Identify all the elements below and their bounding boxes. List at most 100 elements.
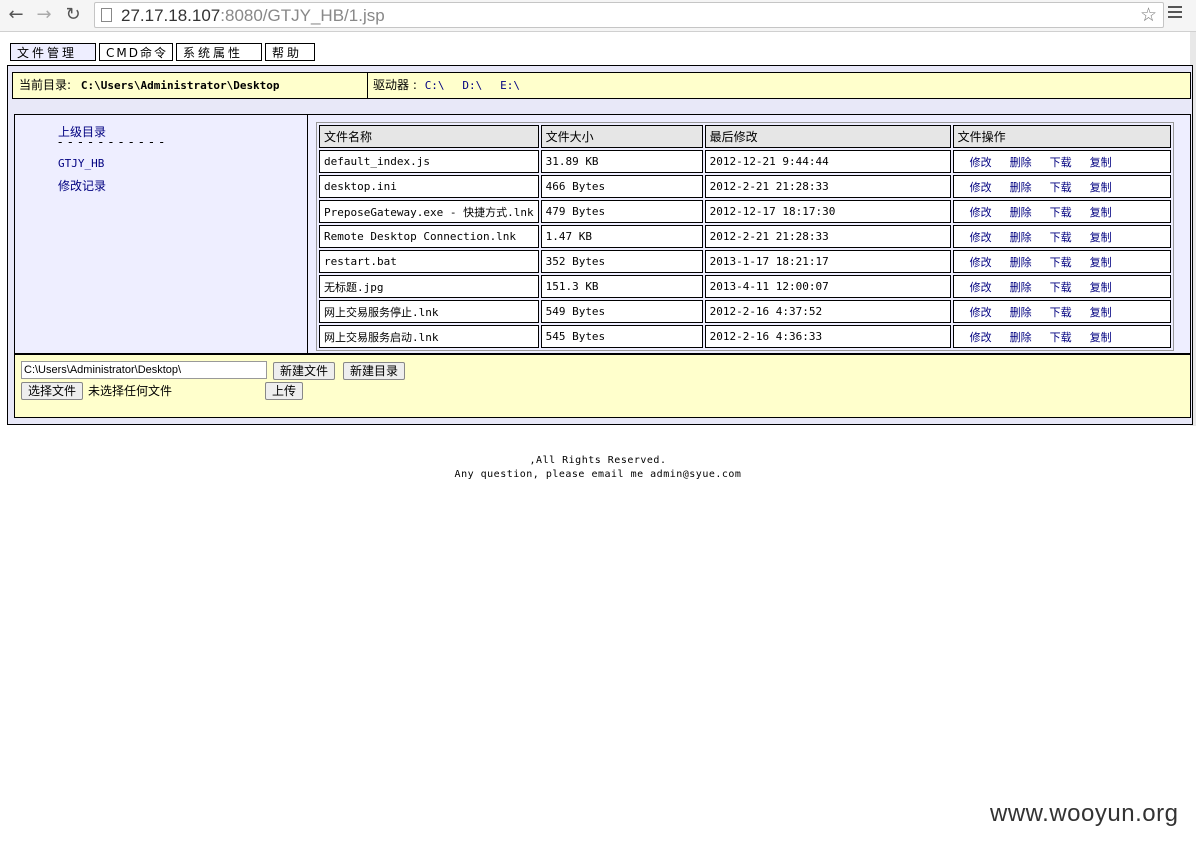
table-row: PreposeGateway.exe - 快捷方式.lnk 479 Bytes 20… xyxy=(319,200,1171,223)
download-link[interactable]: 下载 xyxy=(1050,256,1072,269)
contact-text: Any question, please email me admin@syue… xyxy=(454,469,742,480)
edit-link[interactable]: 修改 xyxy=(970,306,992,319)
folder-link-gtjy[interactable]: GTJY_HB xyxy=(58,157,104,170)
file-size-cell: 545 Bytes xyxy=(540,325,703,348)
file-ops-cell: 修改 删除 下载 复制 xyxy=(952,325,1171,348)
download-link[interactable]: 下载 xyxy=(1050,206,1072,219)
copy-link[interactable]: 复制 xyxy=(1090,256,1112,269)
col-header-size: 文件大小 xyxy=(540,125,703,148)
delete-link[interactable]: 删除 xyxy=(1010,306,1032,319)
edit-link[interactable]: 修改 xyxy=(970,331,992,344)
tab-help[interactable]: 帮助 xyxy=(265,43,315,61)
table-row: restart.bat 352 Bytes 2013-1-17 18:21:17 修改… xyxy=(319,250,1171,273)
drive-d-link[interactable]: D:\ xyxy=(462,79,482,92)
file-ops-cell: 修改 删除 下载 复制 xyxy=(952,200,1171,223)
download-link[interactable]: 下载 xyxy=(1050,281,1072,294)
directory-tree: 上级目录 - - - - - - - - - - - GTJY_HB 修改记录 xyxy=(14,114,308,354)
delete-link[interactable]: 删除 xyxy=(1010,231,1032,244)
file-size-cell: 151.3 KB xyxy=(540,275,703,298)
file-name-cell[interactable]: 网上交易服务启动.lnk xyxy=(319,325,539,348)
download-link[interactable]: 下载 xyxy=(1050,331,1072,344)
file-ops-cell: 修改 删除 下载 复制 xyxy=(952,175,1171,198)
choose-file-button[interactable]: 选择文件 xyxy=(21,382,84,400)
file-modified-cell: 2012-2-16 4:36:33 xyxy=(704,325,951,348)
edit-link[interactable]: 修改 xyxy=(970,231,992,244)
tab-system-properties[interactable]: 系统属性 xyxy=(176,43,262,61)
edit-link[interactable]: 修改 xyxy=(970,206,992,219)
copy-link[interactable]: 复制 xyxy=(1090,156,1112,169)
file-table: 文件名称 文件大小 最后修改 文件操作 default_index.js 31.8… xyxy=(316,122,1174,351)
new-dir-button[interactable]: 新建目录 xyxy=(343,362,406,380)
tab-file-manager[interactable]: 文件管理 xyxy=(10,43,96,61)
edit-link[interactable]: 修改 xyxy=(970,181,992,194)
drive-c-link[interactable]: C:\ xyxy=(425,79,445,92)
file-size-cell: 549 Bytes xyxy=(540,300,703,323)
file-size-cell: 479 Bytes xyxy=(540,200,703,223)
file-size-cell: 1.47 KB xyxy=(540,225,703,248)
address-bar[interactable]: 27.17.18.107:8080/GTJY_HB/1.jsp ☆ xyxy=(94,2,1164,28)
file-ops-cell: 修改 删除 下载 复制 xyxy=(952,275,1171,298)
edit-link[interactable]: 修改 xyxy=(970,281,992,294)
delete-link[interactable]: 删除 xyxy=(1010,206,1032,219)
browser-toolbar: ← → ↻ 27.17.18.107:8080/GTJY_HB/1.jsp ☆ xyxy=(0,0,1196,32)
footer: ,All Rights Reserved. Any question, plea… xyxy=(0,454,1196,482)
upload-button[interactable]: 上传 xyxy=(265,382,304,400)
file-list-panel: 文件名称 文件大小 最后修改 文件操作 default_index.js 31.8… xyxy=(308,114,1191,354)
file-name-cell[interactable]: PreposeGateway.exe - 快捷方式.lnk xyxy=(319,200,539,223)
no-file-chosen-label: 未选择任何文件 xyxy=(88,384,173,398)
download-link[interactable]: 下载 xyxy=(1050,181,1072,194)
table-row: 网上交易服务启动.lnk 545 Bytes 2012-2-16 4:36:33 修改… xyxy=(319,325,1171,348)
download-link[interactable]: 下载 xyxy=(1050,306,1072,319)
delete-link[interactable]: 删除 xyxy=(1010,331,1032,344)
col-header-modified: 最后修改 xyxy=(704,125,951,148)
menu-icon[interactable] xyxy=(1168,6,1182,21)
new-file-button[interactable]: 新建文件 xyxy=(273,362,336,380)
copy-link[interactable]: 复制 xyxy=(1090,281,1112,294)
edit-link[interactable]: 修改 xyxy=(970,156,992,169)
delete-link[interactable]: 删除 xyxy=(1010,181,1032,194)
col-header-ops: 文件操作 xyxy=(952,125,1171,148)
drive-e-link[interactable]: E:\ xyxy=(500,79,520,92)
path-input[interactable] xyxy=(21,361,267,379)
file-modified-cell: 2012-12-21 9:44:44 xyxy=(704,150,951,173)
file-ops-cell: 修改 删除 下载 复制 xyxy=(952,225,1171,248)
folder-link-history[interactable]: 修改记录 xyxy=(58,177,106,194)
file-modified-cell: 2012-2-21 21:28:33 xyxy=(704,225,951,248)
watermark: www.wooyun.org xyxy=(990,800,1179,827)
drives-label: 驱动器 : xyxy=(373,78,417,92)
file-modified-cell: 2013-1-17 18:21:17 xyxy=(704,250,951,273)
file-size-cell: 352 Bytes xyxy=(540,250,703,273)
file-name-cell[interactable]: Remote Desktop Connection.lnk xyxy=(319,225,539,248)
delete-link[interactable]: 删除 xyxy=(1010,156,1032,169)
file-name-cell[interactable]: desktop.ini xyxy=(319,175,539,198)
tab-cmd[interactable]: CMD命令 xyxy=(99,43,173,61)
file-size-cell: 31.89 KB xyxy=(540,150,703,173)
reload-icon[interactable]: ↻ xyxy=(62,4,84,26)
file-name-cell[interactable]: 网上交易服务停止.lnk xyxy=(319,300,539,323)
forward-icon[interactable]: → xyxy=(33,4,55,26)
file-size-cell: 466 Bytes xyxy=(540,175,703,198)
divider-dashes: - - - - - - - - - - - xyxy=(58,135,165,149)
file-name-cell[interactable]: 无标题.jpg xyxy=(319,275,539,298)
edit-link[interactable]: 修改 xyxy=(970,256,992,269)
bookmark-star-icon[interactable]: ☆ xyxy=(1140,4,1157,26)
table-row: 无标题.jpg 151.3 KB 2013-4-11 12:00:07 修改 删除 下载 复… xyxy=(319,275,1171,298)
file-name-cell[interactable]: default_index.js xyxy=(319,150,539,173)
copyright-text: ,All Rights Reserved. xyxy=(529,455,667,466)
table-header-row: 文件名称 文件大小 最后修改 文件操作 xyxy=(319,125,1171,148)
delete-link[interactable]: 删除 xyxy=(1010,281,1032,294)
copy-link[interactable]: 复制 xyxy=(1090,231,1112,244)
action-bar: 新建文件 新建目录 选择文件 未选择任何文件 上传 xyxy=(14,354,1191,418)
table-row: Remote Desktop Connection.lnk 1.47 KB 2012… xyxy=(319,225,1171,248)
back-icon[interactable]: ← xyxy=(5,4,27,26)
download-link[interactable]: 下载 xyxy=(1050,231,1072,244)
copy-link[interactable]: 复制 xyxy=(1090,181,1112,194)
delete-link[interactable]: 删除 xyxy=(1010,256,1032,269)
file-name-cell[interactable]: restart.bat xyxy=(319,250,539,273)
copy-link[interactable]: 复制 xyxy=(1090,306,1112,319)
file-ops-cell: 修改 删除 下载 复制 xyxy=(952,300,1171,323)
copy-link[interactable]: 复制 xyxy=(1090,331,1112,344)
download-link[interactable]: 下载 xyxy=(1050,156,1072,169)
copy-link[interactable]: 复制 xyxy=(1090,206,1112,219)
table-row: default_index.js 31.89 KB 2012-12-21 9:44:… xyxy=(319,150,1171,173)
